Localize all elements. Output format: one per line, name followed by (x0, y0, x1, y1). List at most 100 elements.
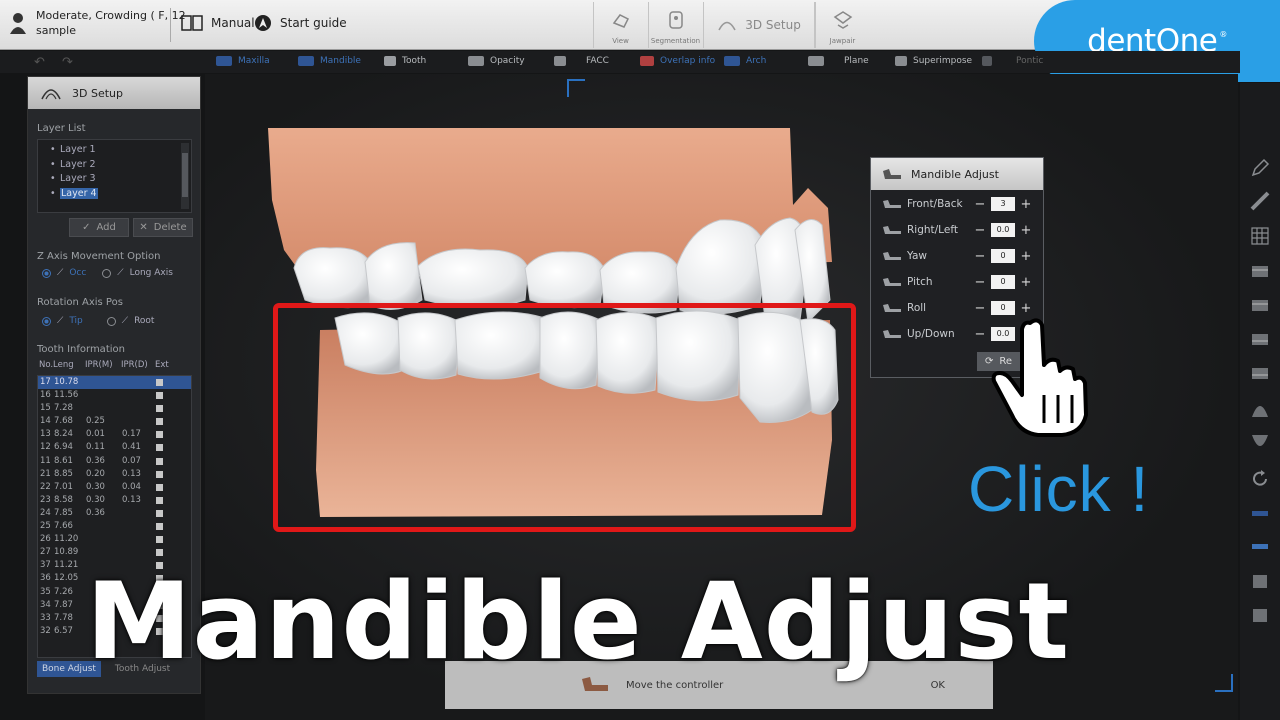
arch-view-icon[interactable] (1250, 363, 1270, 383)
checkbox[interactable] (156, 444, 163, 452)
radio-root[interactable] (106, 316, 116, 326)
table-row[interactable]: 13 8.24 0.01 0.17 (38, 428, 191, 441)
list-item[interactable]: Layer 2 (50, 158, 191, 173)
table-cell: 0.01 (86, 429, 105, 440)
table-row[interactable]: 17 10.78 (38, 376, 191, 390)
value-field[interactable]: 0 (991, 249, 1015, 263)
table-cell: 7.01 (54, 481, 73, 492)
table-row[interactable]: 24 7.85 0.36 (38, 507, 191, 520)
occlusal-view-icon[interactable] (1250, 399, 1270, 419)
value-field[interactable]: 0.0 (991, 223, 1015, 237)
increase-button[interactable]: + (1019, 301, 1033, 316)
checkbox[interactable] (156, 536, 163, 544)
increase-button[interactable]: + (1019, 223, 1033, 238)
ext-checkbox[interactable] (156, 455, 170, 468)
ext-checkbox[interactable] (156, 428, 170, 441)
table-row[interactable]: 23 8.58 0.30 0.13 (38, 494, 191, 507)
ext-checkbox[interactable] (156, 389, 170, 402)
decrease-button[interactable]: − (973, 249, 987, 264)
increase-button[interactable]: + (1019, 197, 1033, 212)
ext-checkbox[interactable] (156, 468, 170, 481)
adjust-row-pitch: Pitch − 0 + (882, 274, 1033, 290)
table-row[interactable]: 15 7.28 (38, 402, 191, 415)
checkbox[interactable] (156, 496, 163, 504)
ext-checkbox[interactable] (156, 533, 170, 546)
ext-checkbox[interactable] (156, 441, 170, 454)
checkbox[interactable] (156, 470, 163, 478)
increase-button[interactable]: + (1019, 249, 1033, 264)
table-cell: 12.05 (54, 573, 79, 584)
occlusal-view-icon[interactable] (1250, 433, 1270, 453)
maxilla-toggle-icon[interactable] (1250, 503, 1270, 523)
ruler-icon[interactable] (1250, 191, 1270, 211)
table-row[interactable]: 11 8.61 0.36 0.07 (38, 455, 191, 468)
mandible-toggle-icon[interactable] (1250, 536, 1270, 556)
layer-list-scrollbar[interactable] (181, 143, 189, 209)
radio-tip[interactable] (42, 316, 51, 326)
grid-icon[interactable] (1250, 226, 1270, 246)
table-cell: 26 (40, 534, 51, 545)
table-cell: 11.20 (54, 534, 79, 545)
checkbox[interactable] (156, 523, 163, 531)
table-cell: 7.85 (54, 507, 73, 518)
table-row[interactable]: 26 11.20 (38, 533, 191, 546)
rotate-icon[interactable] (1250, 469, 1270, 489)
table-row[interactable]: 22 7.01 0.30 0.04 (38, 481, 191, 494)
radio-occ[interactable] (42, 268, 51, 278)
arch-view-icon[interactable] (1250, 571, 1270, 591)
table-row[interactable]: 12 6.94 0.11 0.41 (38, 441, 191, 454)
decrease-button[interactable]: − (973, 197, 987, 212)
ext-checkbox[interactable] (156, 376, 170, 389)
value-field[interactable]: 0 (991, 275, 1015, 289)
list-item[interactable]: Layer 3 (50, 172, 191, 187)
ext-checkbox[interactable] (156, 481, 170, 494)
arch-icon (41, 89, 61, 100)
checkbox[interactable] (156, 483, 163, 491)
arch-view-icon[interactable] (1250, 261, 1270, 281)
table-row[interactable]: 16 11.56 (38, 389, 191, 402)
checkbox[interactable] (156, 405, 163, 413)
checkbox[interactable] (156, 392, 163, 400)
decrease-button[interactable]: − (973, 223, 987, 238)
list-item-selected[interactable]: Layer 4 (50, 187, 191, 202)
table-row[interactable]: 25 7.66 (38, 520, 191, 533)
arch-view-icon[interactable] (1250, 605, 1270, 625)
table-cell: 11.56 (54, 390, 79, 401)
add-layer-button[interactable]: ✓ Add (69, 218, 129, 237)
tooth-axis-icon: ⟋ (57, 268, 64, 278)
decrease-button[interactable]: − (973, 327, 987, 342)
arch-view-icon[interactable] (1250, 329, 1270, 349)
table-cell: 0.30 (86, 494, 105, 505)
checkbox[interactable] (156, 379, 163, 386)
pencil-icon[interactable] (1250, 158, 1270, 178)
ext-checkbox[interactable] (156, 520, 170, 533)
ext-checkbox[interactable] (156, 507, 170, 520)
table-cell (122, 376, 156, 389)
table-cell: 11.21 (54, 560, 79, 571)
checkbox[interactable] (156, 457, 163, 465)
table-cell: 36 (40, 573, 51, 584)
increase-button[interactable]: + (1019, 275, 1033, 290)
table-cell: 0.20 (86, 468, 105, 479)
value-field[interactable]: 0 (991, 301, 1015, 315)
ext-checkbox[interactable] (156, 402, 170, 415)
radio-long-axis[interactable] (102, 268, 112, 278)
mandible-rotate-icon (883, 304, 901, 312)
table-cell (86, 376, 122, 389)
delete-layer-button[interactable]: ✕ Delete (133, 218, 193, 237)
checkbox[interactable] (156, 431, 163, 439)
value-field[interactable]: 3 (991, 197, 1015, 211)
ext-checkbox[interactable] (156, 494, 170, 507)
list-item[interactable]: Layer 1 (50, 143, 191, 158)
checkbox[interactable] (156, 418, 163, 426)
layer-list[interactable]: Layer 1 Layer 2 Layer 3 Layer 4 (37, 139, 192, 213)
table-row[interactable]: 14 7.68 0.25 (38, 415, 191, 428)
ext-checkbox[interactable] (156, 415, 170, 428)
decrease-button[interactable]: − (973, 275, 987, 290)
arch-view-icon[interactable] (1250, 295, 1270, 315)
decrease-button[interactable]: − (973, 301, 987, 316)
table-row[interactable]: 21 8.85 0.20 0.13 (38, 468, 191, 481)
table-cell (122, 533, 156, 546)
rotation-axis-label: Rotation Axis Pos (37, 297, 123, 308)
checkbox[interactable] (156, 509, 163, 517)
